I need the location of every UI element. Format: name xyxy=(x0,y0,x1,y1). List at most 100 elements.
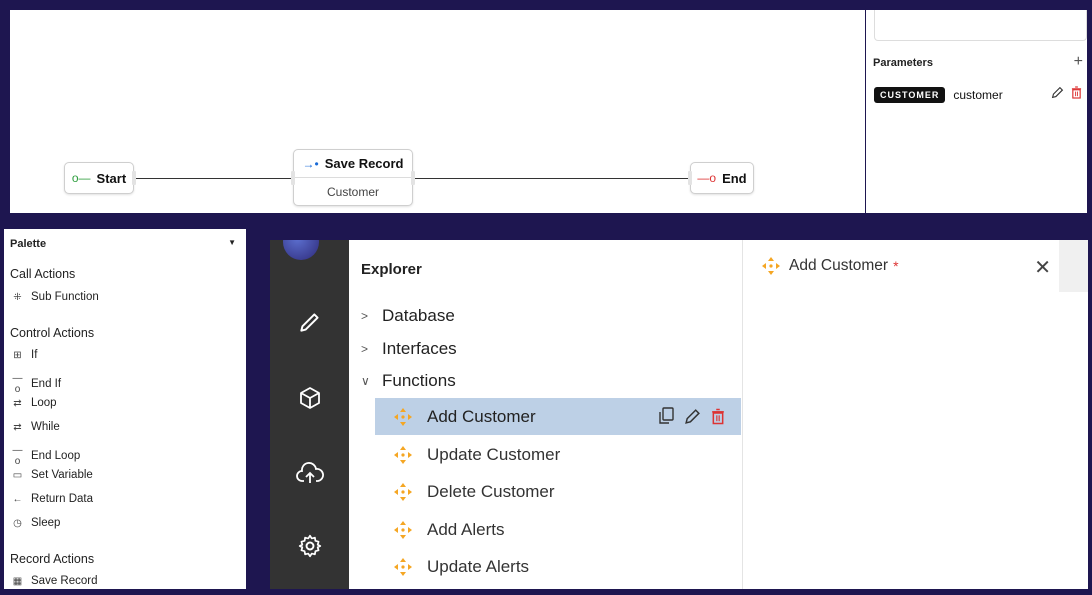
tree-folder-label: Interfaces xyxy=(382,339,457,358)
palette-item-save-record[interactable]: ▦ Save Record xyxy=(10,575,98,587)
flow-connector-save-end xyxy=(413,178,693,179)
node-port-left[interactable] xyxy=(291,170,295,185)
palette-panel: Palette ▼ Call Actions ⁜ Sub Function Con… xyxy=(4,229,246,589)
activity-bar xyxy=(270,240,349,589)
function-icon xyxy=(394,557,412,576)
end-loop-icon: —o xyxy=(12,445,23,467)
cube-icon[interactable] xyxy=(296,384,324,412)
tree-item-update-customer[interactable]: Update Customer xyxy=(375,436,741,473)
variable-icon: ▭ xyxy=(12,469,23,481)
function-icon xyxy=(394,520,412,539)
flow-node-start[interactable]: o— Start xyxy=(64,162,136,194)
palette-section-control-actions: Control Actions xyxy=(10,326,95,340)
tree-item-label: Add Customer xyxy=(427,406,536,426)
tree-item-label: Update Customer xyxy=(427,444,561,464)
gear-icon[interactable] xyxy=(296,532,324,560)
tree-item-add-customer[interactable]: Add Customer xyxy=(375,398,741,435)
tree-item-label: Delete Customer xyxy=(427,481,555,501)
tree-folder-functions[interactable]: ∨ Functions xyxy=(361,371,456,391)
loop-icon: ⇄ xyxy=(13,397,22,409)
node-port-left[interactable] xyxy=(688,171,692,185)
palette-item-while[interactable]: ⇄ While xyxy=(10,421,60,433)
tree-item-label: Add Alerts xyxy=(427,519,505,539)
editor-area: Add Customer * ✕ xyxy=(742,240,1088,589)
flow-canvas[interactable]: o— Start →• Save Record Customer —o End xyxy=(10,10,865,213)
trash-icon[interactable] xyxy=(711,408,725,430)
branch-icon: ⊞ xyxy=(13,349,22,361)
palette-item-label: Sleep xyxy=(31,517,61,529)
parameters-heading: Parameters xyxy=(873,57,933,69)
parameter-name: customer xyxy=(953,88,1003,102)
palette-section-record-actions: Record Actions xyxy=(10,552,95,566)
palette-item-label: Save Record xyxy=(31,575,98,587)
parameter-row: CUSTOMER customer xyxy=(874,86,1084,104)
chevron-right-icon: > xyxy=(361,342,369,356)
tree-folder-label: Functions xyxy=(382,371,456,390)
flow-node-end-label: End xyxy=(722,170,747,186)
pencil-icon[interactable] xyxy=(684,408,701,430)
palette-item-sleep[interactable]: ◷ Sleep xyxy=(10,517,60,529)
trash-icon[interactable] xyxy=(1071,86,1082,102)
description-textarea[interactable] xyxy=(874,10,1087,41)
palette-item-label: End Loop xyxy=(31,450,81,462)
function-icon xyxy=(762,257,780,275)
flow-connector-start-save xyxy=(134,178,296,179)
tree-item-add-alerts[interactable]: Add Alerts xyxy=(375,511,741,548)
tree-folder-database[interactable]: > Database xyxy=(361,306,455,326)
palette-item-if[interactable]: ⊞ If xyxy=(10,349,37,361)
start-icon: o— xyxy=(71,171,91,185)
close-icon[interactable]: ✕ xyxy=(1034,255,1051,280)
parameters-panel: Parameters + CUSTOMER customer xyxy=(866,10,1087,213)
palette-item-loop[interactable]: ⇄ Loop xyxy=(10,397,57,409)
end-icon: —o xyxy=(697,171,717,185)
tree-folder-interfaces[interactable]: > Interfaces xyxy=(361,339,457,359)
while-icon: ⇄ xyxy=(13,421,22,433)
function-icon xyxy=(394,407,412,426)
avatar[interactable] xyxy=(283,240,319,260)
copy-icon[interactable] xyxy=(658,407,674,430)
flow-node-save-subtitle: Customer xyxy=(326,184,379,199)
caret-down-icon[interactable]: ▼ xyxy=(228,238,236,247)
palette-item-sub-function[interactable]: ⁜ Sub Function xyxy=(10,291,99,303)
palette-item-label: End If xyxy=(31,378,62,390)
node-port-right[interactable] xyxy=(411,170,415,185)
node-port-right[interactable] xyxy=(132,171,136,185)
palette-item-label: Loop xyxy=(31,397,57,409)
add-parameter-button[interactable]: + xyxy=(1074,53,1083,71)
editor-tab-add-customer[interactable]: Add Customer * ✕ xyxy=(743,240,1059,292)
table-icon: ▦ xyxy=(12,575,23,587)
palette-header[interactable]: Palette ▼ xyxy=(10,238,236,250)
tree-folder-label: Database xyxy=(382,306,455,325)
palette-item-label: While xyxy=(31,421,60,433)
explorer-title: Explorer xyxy=(361,261,422,278)
flow-node-save-title-label: Save Record xyxy=(324,156,404,172)
flow-node-save-title: →• Save Record xyxy=(294,150,412,179)
save-record-icon: →• xyxy=(302,156,319,171)
function-icon xyxy=(394,482,412,501)
pencil-icon[interactable] xyxy=(296,308,324,336)
function-icon xyxy=(394,445,412,464)
chevron-down-icon: ∨ xyxy=(361,374,370,388)
palette-item-label: Sub Function xyxy=(31,291,99,303)
workspace-window: Explorer > Database > Interfaces ∨ Funct… xyxy=(270,240,1088,589)
pencil-icon[interactable] xyxy=(1051,86,1064,102)
flow-node-save-record[interactable]: →• Save Record Customer xyxy=(291,149,415,206)
tree-item-delete-customer[interactable]: Delete Customer xyxy=(375,473,741,510)
tree-item-label: Update Alerts xyxy=(427,556,530,576)
palette-item-label: Return Data xyxy=(31,493,94,505)
unsaved-marker: * xyxy=(893,258,899,274)
tree-item-update-alerts[interactable]: Update Alerts xyxy=(375,548,741,585)
palette-section-call-actions: Call Actions xyxy=(10,267,76,281)
end-if-icon: —o xyxy=(12,373,23,395)
cloud-upload-icon[interactable] xyxy=(296,460,324,488)
palette-item-label: If xyxy=(31,349,38,361)
palette-item-end-loop[interactable]: —o End Loop xyxy=(10,445,81,467)
arrow-left-icon: ← xyxy=(12,493,23,505)
palette-item-return-data[interactable]: ← Return Data xyxy=(10,493,94,505)
palette-item-set-variable[interactable]: ▭ Set Variable xyxy=(10,469,93,481)
palette-item-end-if[interactable]: —o End If xyxy=(10,373,62,395)
row-actions xyxy=(658,407,725,430)
palette-item-label: Set Variable xyxy=(31,469,93,481)
flow-node-end[interactable]: —o End xyxy=(688,162,754,194)
sub-function-icon: ⁜ xyxy=(13,291,22,303)
